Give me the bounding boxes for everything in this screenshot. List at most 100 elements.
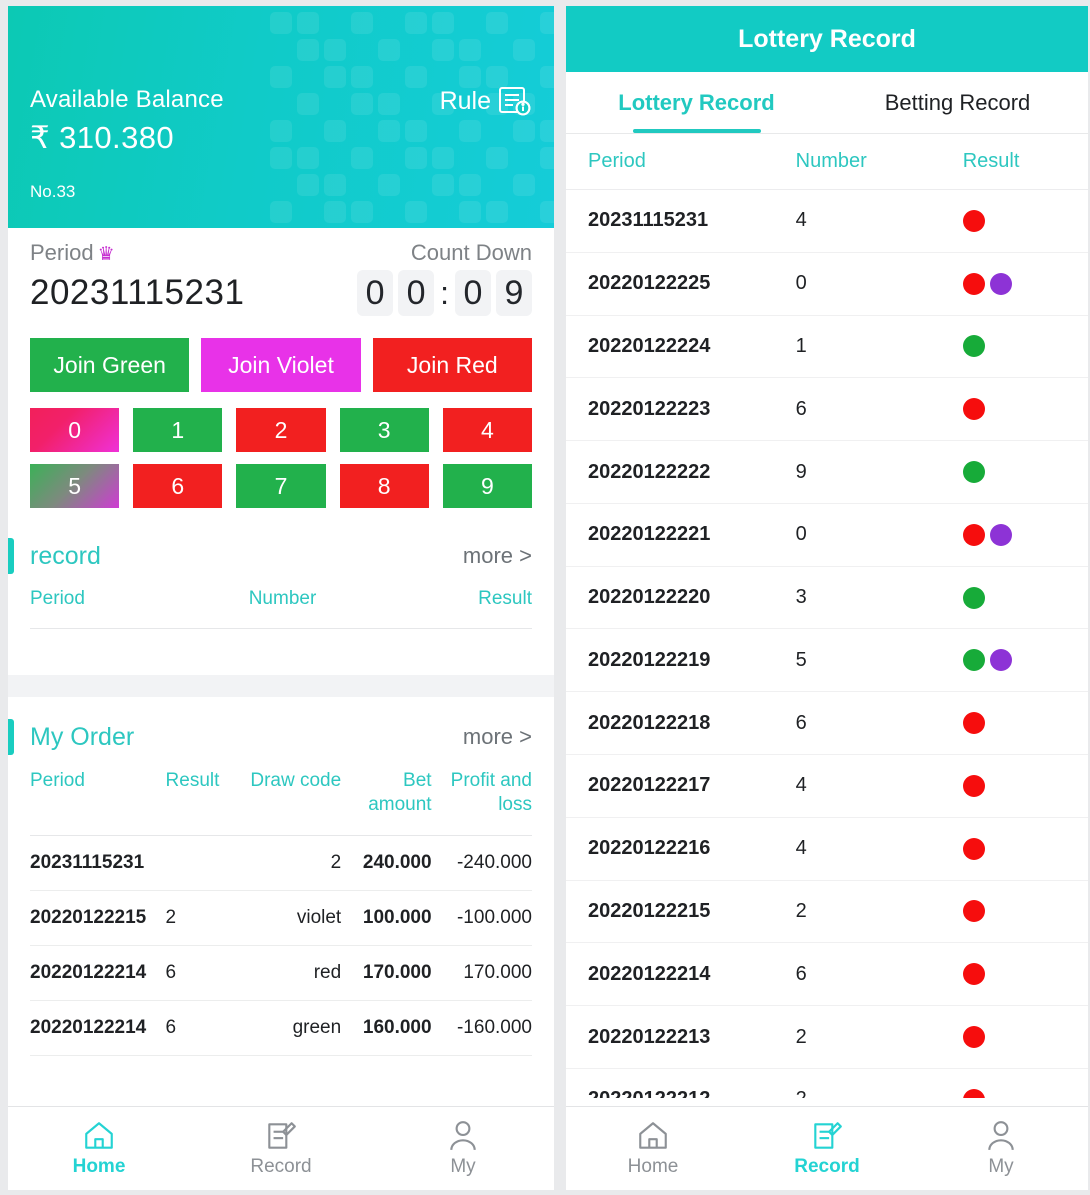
- lottery-row[interactable]: 202201222229: [566, 441, 1088, 504]
- order-row[interactable]: 202311152312240.000-240.000: [30, 835, 532, 890]
- number-button-0[interactable]: 0: [30, 408, 119, 452]
- result-dots: [963, 712, 1066, 734]
- lottery-row[interactable]: 202201222146: [566, 943, 1088, 1006]
- result-dot-red: [963, 712, 985, 734]
- result-dot-red: [963, 775, 985, 797]
- lottery-col-period: Period: [566, 134, 796, 190]
- nav-item-record[interactable]: Record: [740, 1119, 914, 1178]
- number-button-8[interactable]: 8: [340, 464, 429, 508]
- number-button-5[interactable]: 5: [30, 464, 119, 508]
- result-dot-red: [963, 398, 985, 420]
- lottery-row[interactable]: 202201222174: [566, 755, 1088, 818]
- lottery-row[interactable]: 202201222152: [566, 880, 1088, 943]
- order-cell-result: [166, 835, 236, 890]
- number-button-7[interactable]: 7: [236, 464, 325, 508]
- order-cell-period: 20220122214: [30, 1000, 166, 1055]
- tab-betting-record[interactable]: Betting Record: [827, 72, 1088, 133]
- record-col-number: Number: [186, 582, 378, 629]
- record-tabs: Lottery RecordBetting Record: [566, 72, 1088, 134]
- lottery-cell-period: 20220122213: [566, 1006, 796, 1069]
- countdown-digit: 0: [357, 270, 393, 316]
- result-dot-violet: [990, 273, 1012, 295]
- join-button-green[interactable]: Join Green: [30, 338, 189, 392]
- lottery-row[interactable]: 202201222203: [566, 566, 1088, 629]
- tab-lottery-record[interactable]: Lottery Record: [566, 72, 827, 133]
- home-icon: [636, 1119, 670, 1153]
- order-cell-profit: -160.000: [432, 1000, 532, 1055]
- lottery-row[interactable]: 202201222241: [566, 315, 1088, 378]
- order-cell-bet-amount: 240.000: [341, 835, 431, 890]
- order-row[interactable]: 202201222152violet100.000-100.000: [30, 890, 532, 945]
- number-button-6[interactable]: 6: [133, 464, 222, 508]
- lottery-cell-number: 4: [796, 817, 963, 880]
- number-button-3[interactable]: 3: [340, 408, 429, 452]
- number-button-1[interactable]: 1: [133, 408, 222, 452]
- lottery-cell-period: 20220122222: [566, 441, 796, 504]
- result-dots: [963, 649, 1066, 671]
- lottery-cell-period: 20220122221: [566, 503, 796, 566]
- number-button-4[interactable]: 4: [443, 408, 532, 452]
- lottery-cell-number: 6: [796, 692, 963, 755]
- number-buttons-grid: 01234 56789: [8, 392, 554, 508]
- nav-item-my[interactable]: My: [372, 1119, 554, 1178]
- record-col-period: Period: [30, 582, 186, 629]
- nav-item-record[interactable]: Record: [190, 1119, 372, 1178]
- result-dots: [963, 775, 1066, 797]
- lottery-record-scroll[interactable]: Period Number Result 2023111523142022012…: [566, 134, 1088, 1098]
- result-dots: [963, 524, 1066, 546]
- order-row[interactable]: 202201222146red170.000170.000: [30, 945, 532, 1000]
- lottery-row[interactable]: 202311152314: [566, 190, 1088, 253]
- rule-label: Rule: [440, 87, 491, 116]
- order-more-link[interactable]: more >: [463, 724, 532, 750]
- result-dot-red: [963, 210, 985, 232]
- record-table-body: [30, 629, 532, 662]
- order-cell-draw-code: 2: [236, 835, 341, 890]
- app-stage: Available Balance ₹ 310.380 Rule: [0, 0, 1090, 1195]
- lottery-row[interactable]: 202201222186: [566, 692, 1088, 755]
- lottery-row[interactable]: 202201222250: [566, 252, 1088, 315]
- record-empty-cell: [30, 629, 532, 662]
- lottery-cell-result: [963, 1068, 1088, 1098]
- record-table: Period Number Result: [30, 582, 532, 661]
- lottery-row[interactable]: 202201222236: [566, 378, 1088, 441]
- result-dots: [963, 1026, 1066, 1048]
- record-icon: [264, 1119, 298, 1153]
- order-cell-draw-code: green: [236, 1000, 341, 1055]
- record-section-header: record more >: [8, 530, 554, 582]
- nav-item-home[interactable]: Home: [8, 1119, 190, 1178]
- lottery-row[interactable]: 202201222132: [566, 1006, 1088, 1069]
- order-cell-bet-amount: 160.000: [341, 1000, 431, 1055]
- lottery-row[interactable]: 202201222164: [566, 817, 1088, 880]
- lottery-row[interactable]: 202201222195: [566, 629, 1088, 692]
- result-dots: [963, 273, 1066, 295]
- result-dots: [963, 398, 1066, 420]
- order-cell-period: 20231115231: [30, 835, 166, 890]
- period-label: Period: [30, 240, 94, 265]
- lottery-cell-period: 20220122215: [566, 880, 796, 943]
- join-button-red[interactable]: Join Red: [373, 338, 532, 392]
- number-button-2[interactable]: 2: [236, 408, 325, 452]
- result-dot-green: [963, 649, 985, 671]
- lottery-cell-period: 20220122219: [566, 629, 796, 692]
- lottery-cell-result: [963, 378, 1088, 441]
- nav-label: Record: [794, 1156, 859, 1178]
- nav-item-home[interactable]: Home: [566, 1119, 740, 1178]
- order-row[interactable]: 202201222146green160.000-160.000: [30, 1000, 532, 1055]
- lottery-row[interactable]: 202201222122: [566, 1068, 1088, 1098]
- result-dots: [963, 587, 1066, 609]
- available-balance-label: Available Balance: [30, 86, 224, 114]
- lottery-cell-period: 20220122214: [566, 943, 796, 1006]
- section-divider: [8, 675, 554, 697]
- join-button-violet[interactable]: Join Violet: [201, 338, 360, 392]
- nav-item-my[interactable]: My: [914, 1119, 1088, 1178]
- lottery-cell-number: 9: [796, 441, 963, 504]
- lottery-row[interactable]: 202201222210: [566, 503, 1088, 566]
- rule-button[interactable]: Rule: [440, 86, 532, 117]
- balance-card: Available Balance ₹ 310.380 Rule: [8, 6, 554, 228]
- result-dot-green: [963, 335, 985, 357]
- record-more-link[interactable]: more >: [463, 543, 532, 569]
- number-button-9[interactable]: 9: [443, 464, 532, 508]
- order-cell-result: 6: [166, 1000, 236, 1055]
- join-buttons-row: Join GreenJoin VioletJoin Red: [8, 316, 554, 392]
- result-dot-red: [963, 838, 985, 860]
